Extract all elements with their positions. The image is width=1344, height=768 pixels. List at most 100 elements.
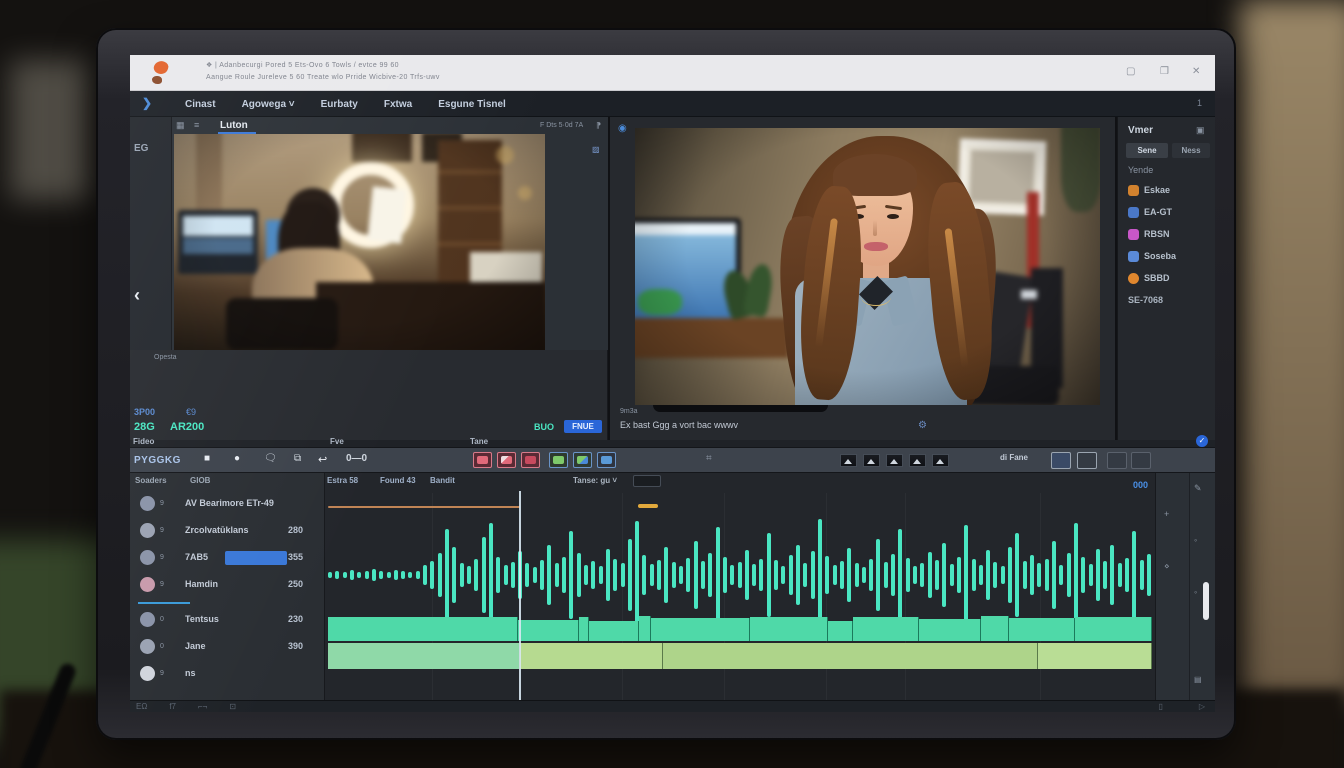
- grid-icon[interactable]: ▦: [176, 120, 185, 131]
- timeline-dropdown-box[interactable]: [633, 475, 661, 487]
- view-toggle-3[interactable]: [1107, 452, 1127, 469]
- track-col-source: Soaders: [135, 476, 167, 485]
- range-display: 0—0: [346, 453, 367, 464]
- record-button[interactable]: ●: [234, 453, 240, 464]
- strip-tool-icon-4[interactable]: ⋄: [1164, 561, 1170, 572]
- menu-overflow[interactable]: 1: [1197, 98, 1202, 108]
- program-corner-icon[interactable]: ◉: [618, 123, 627, 134]
- strip-tool-icon-3[interactable]: ◦: [1194, 535, 1197, 545]
- audio-segment[interactable]: [1075, 617, 1152, 641]
- view-toggle-4[interactable]: [1131, 452, 1151, 469]
- audio-segment[interactable]: [1009, 618, 1075, 641]
- settings-gear-icon[interactable]: ⚙: [918, 420, 927, 431]
- thumb-button-5[interactable]: [932, 454, 949, 467]
- close-button[interactable]: ✕: [1192, 66, 1200, 77]
- track-row[interactable]: 9ns: [130, 661, 325, 688]
- sidebar-item-soseba[interactable]: Soseba: [1118, 245, 1215, 267]
- collapse-panel-button[interactable]: ‹: [134, 285, 140, 306]
- workspace-tab-3[interactable]: Eurbaty: [321, 99, 358, 110]
- panel-menu-icon[interactable]: ≡: [194, 120, 199, 130]
- eq-icon[interactable]: EΩ: [136, 702, 147, 711]
- sidebar-item-sbbd[interactable]: SBBD: [1118, 267, 1215, 289]
- folder-button[interactable]: [549, 452, 568, 468]
- clip-button[interactable]: ⧉: [294, 453, 301, 464]
- dock-icon[interactable]: ▯: [1158, 702, 1162, 711]
- thumb-button-4[interactable]: [909, 454, 926, 467]
- audio-segment[interactable]: [579, 617, 589, 641]
- audio-segment[interactable]: [919, 619, 981, 641]
- music-segment[interactable]: [520, 643, 663, 669]
- audio-segment[interactable]: [589, 621, 638, 641]
- cc-icon[interactable]: ⌐¬: [198, 702, 207, 711]
- stop-button[interactable]: ■: [204, 453, 210, 464]
- home-icon[interactable]: ❯: [142, 96, 152, 110]
- music-block-track[interactable]: [328, 643, 1152, 669]
- sidebar-item-eskae[interactable]: Eskae: [1118, 179, 1215, 201]
- sidebar-tab-2[interactable]: Ness: [1172, 143, 1210, 158]
- timeline-dropdown-label[interactable]: Tanse: gu ˅: [573, 476, 617, 485]
- sidebar-panel-icon[interactable]: ▣: [1196, 125, 1205, 136]
- tab-source[interactable]: Luton: [220, 120, 248, 131]
- audio-segment[interactable]: [750, 617, 828, 641]
- thumb-button-2[interactable]: [863, 454, 880, 467]
- section-row: [130, 440, 1215, 447]
- workspace-tab-1[interactable]: Cinast: [185, 99, 216, 110]
- music-segment[interactable]: [328, 643, 520, 669]
- timeline-grid[interactable]: Estra 58 Found 43 Bandit Tanse: gu ˅ 000: [325, 473, 1155, 700]
- minimize-button[interactable]: ▢: [1126, 66, 1135, 77]
- marker-flag[interactable]: [638, 504, 658, 508]
- sidebar-tab-1[interactable]: Sene: [1126, 143, 1168, 158]
- restore-button[interactable]: ❐: [1160, 66, 1169, 77]
- view-toggle-1[interactable]: [1051, 452, 1071, 469]
- workspace-tabs: Cinast Agowega ˅ Eurbaty Fxtwa Esgune Tisnel: [185, 91, 506, 117]
- rename-input[interactable]: [225, 551, 287, 565]
- comment-button[interactable]: 🗨: [264, 453, 277, 464]
- music-segment[interactable]: [1038, 643, 1152, 669]
- sidebar-item-rbsn[interactable]: RBSN: [1118, 223, 1215, 245]
- track-row[interactable]: 97AB5355: [130, 545, 325, 572]
- expand-icon[interactable]: ▷: [1199, 702, 1205, 711]
- audio-segment[interactable]: [651, 618, 750, 641]
- audio-segment[interactable]: [518, 620, 580, 641]
- record-clip-button-3[interactable]: [521, 452, 540, 468]
- audio-block-track[interactable]: [328, 615, 1152, 641]
- workspace-tab-4[interactable]: Fxtwa: [384, 99, 412, 110]
- doc-button[interactable]: [597, 452, 616, 468]
- track-row[interactable]: 9Hamdin250: [130, 572, 325, 599]
- track-row[interactable]: 9Zrcolvatūklans280: [130, 518, 325, 545]
- playhead[interactable]: [519, 491, 521, 700]
- track-row[interactable]: 0Jane390: [130, 634, 325, 661]
- strip-tool-icon-1[interactable]: ✎: [1194, 483, 1202, 494]
- sync-check-icon[interactable]: ✓: [1196, 435, 1208, 447]
- undo-button[interactable]: ↩: [318, 453, 327, 466]
- view-toggle-2[interactable]: [1077, 452, 1097, 469]
- audio-segment[interactable]: [328, 617, 518, 641]
- sub-panel-icon[interactable]: ▨: [592, 145, 600, 154]
- fit-badge-button[interactable]: FNUE: [564, 420, 602, 433]
- strip-tool-icon-5[interactable]: ◦: [1194, 587, 1197, 597]
- strip-tool-icon-2[interactable]: +: [1164, 509, 1169, 519]
- record-clip-button-1[interactable]: [473, 452, 492, 468]
- panel-corner-icon[interactable]: ⁋: [596, 121, 601, 130]
- thumb-button-3[interactable]: [886, 454, 903, 467]
- record-clip-button-2[interactable]: [497, 452, 516, 468]
- audio-segment[interactable]: [639, 616, 651, 641]
- chart-button[interactable]: [573, 452, 592, 468]
- workspace-tab-5[interactable]: Esgune Tisnel: [438, 99, 506, 110]
- snap-icon[interactable]: ⊡: [229, 702, 236, 711]
- strip-bottom-icon[interactable]: ▤: [1194, 675, 1202, 684]
- thumb-button-1[interactable]: [840, 454, 857, 467]
- track-row[interactable]: 0Tentsus230: [130, 607, 325, 634]
- automation-line[interactable]: [328, 506, 520, 508]
- timecode-in: 28G: [134, 421, 155, 433]
- fx-icon[interactable]: f7: [169, 702, 176, 711]
- music-segment[interactable]: [663, 643, 1038, 669]
- sidebar-item-ea-gt[interactable]: EA-GT: [1118, 201, 1215, 223]
- workspace-tab-2[interactable]: Agowega ˅: [242, 99, 295, 110]
- source-info: Opesta 3P00 €9 28G AR200 BUO FNUE: [130, 350, 608, 440]
- track-row[interactable]: 9AV Bearimore ETr-49: [130, 491, 325, 518]
- audio-segment[interactable]: [853, 617, 919, 641]
- audio-segment[interactable]: [828, 621, 853, 641]
- vertical-scrollbar[interactable]: [1203, 582, 1209, 620]
- audio-segment[interactable]: [981, 616, 1010, 641]
